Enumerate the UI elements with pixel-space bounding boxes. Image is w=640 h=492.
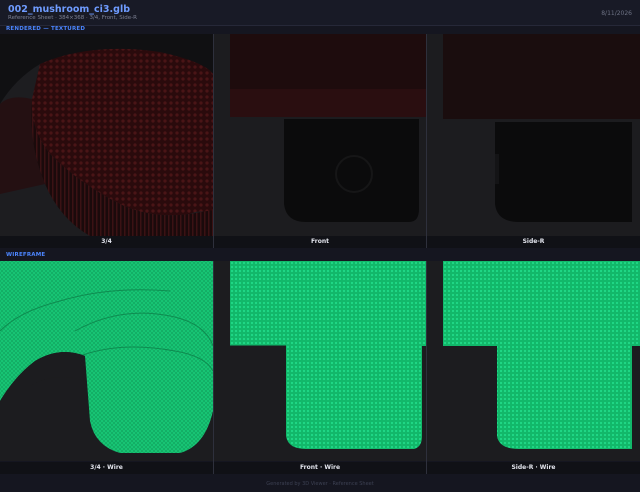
section-label-rendered: RENDERED — TEXTURED [6, 26, 86, 32]
file-title: 002_mushroom_ci3.glb [8, 4, 131, 15]
render-3-4-image [0, 34, 213, 236]
render-view-side-r[interactable] [427, 34, 640, 236]
render-view-front[interactable] [214, 34, 426, 236]
footer-credit: Generated by 3D Viewer · Reference Sheet [266, 481, 374, 487]
panel-divider [213, 261, 214, 474]
panel-divider [213, 34, 214, 248]
panel-divider [426, 34, 427, 248]
render-view-3-4[interactable] [0, 34, 213, 236]
wire-view-3-4[interactable] [0, 261, 213, 461]
panel-divider [426, 261, 427, 474]
wire-side-r-image [427, 261, 640, 461]
render-front-image [214, 34, 426, 236]
caption-front-wire: Front · Wire [214, 462, 426, 474]
wire-view-side-r[interactable] [427, 261, 640, 461]
caption-side-r-wire: Side-R · Wire [427, 462, 640, 474]
caption-3-4: 3/4 [0, 236, 213, 248]
caption-side-r: Side-R [427, 236, 640, 248]
render-side-r-image [427, 34, 640, 236]
wire-front-image [214, 261, 426, 461]
caption-front: Front [214, 236, 426, 248]
date-stamp: 8/11/2026 [601, 10, 632, 17]
section-label-wireframe: WIREFRAME [6, 252, 46, 258]
sheet-subtitle: Reference Sheet · 384×368 · 3/4, Front, … [8, 15, 137, 21]
caption-3-4-wire: 3/4 · Wire [0, 462, 213, 474]
header-bar: 002_mushroom_ci3.glb Reference Sheet · 3… [0, 0, 640, 26]
wire-3-4-image [0, 261, 213, 461]
wire-view-front[interactable] [214, 261, 426, 461]
